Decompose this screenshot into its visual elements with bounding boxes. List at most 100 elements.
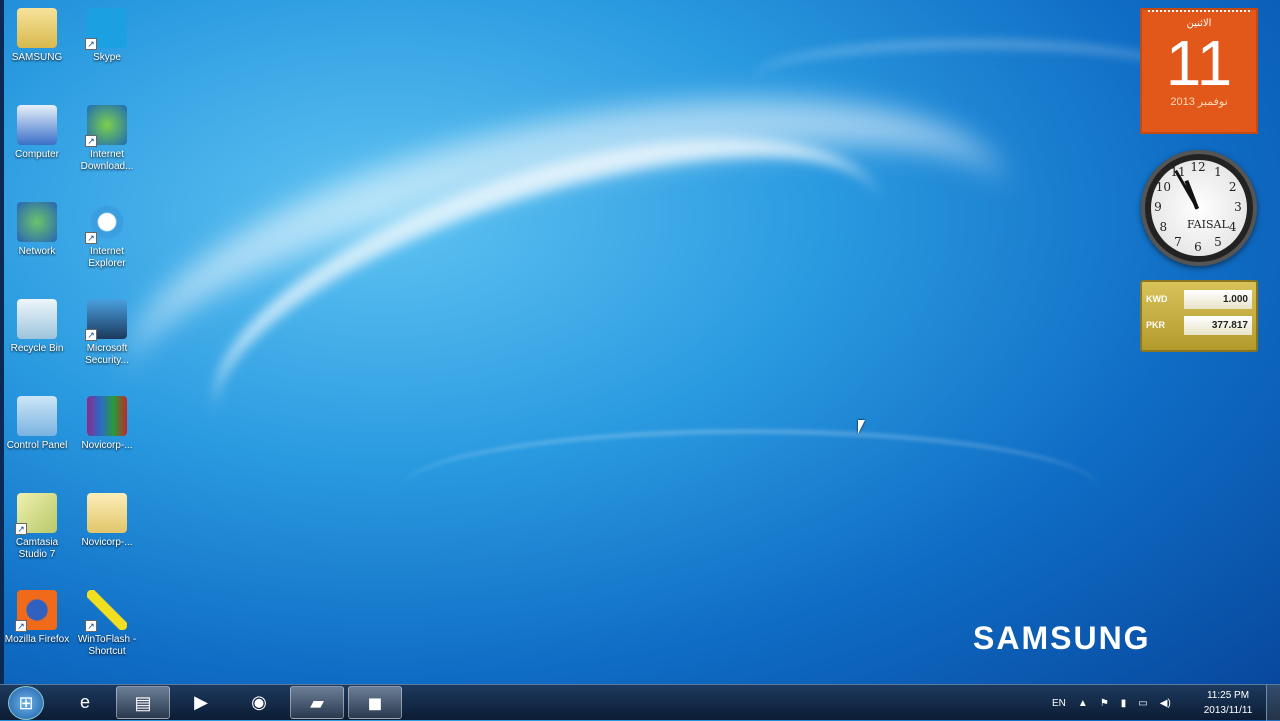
wallpaper-swoosh [173,68,927,552]
firefox-icon: ↗ [15,590,57,632]
camtasia-icon: ▰ [310,693,324,713]
control-panel-icon [17,396,57,436]
desktop-icon-label: Microsoft Security... [85,343,129,366]
desktop-icon[interactable]: ↗ Internet Explorer [72,202,142,270]
calendar-month-year: نوفمبر 2013 [1170,96,1228,108]
shortcut-arrow-icon: ↗ [85,329,97,341]
mouse-cursor [858,420,865,434]
desktop-icon[interactable]: ↗ Camtasia Studio 7 [2,493,72,561]
taskbar-windows-explorer-button[interactable]: ▤ [116,686,170,719]
desktop-icon-label: WinToFlash - Shortcut [77,634,137,657]
volume-icon[interactable]: ◀) [1160,698,1171,709]
clock-display[interactable]: 11:25 PM 2013/11/11 [1196,688,1260,718]
taskbar-internet-explorer-button[interactable]: e [58,686,112,719]
hour-hand [1184,179,1199,210]
taskbar-firefox-button[interactable]: ◉ [232,686,286,719]
desktop-icon-label: Camtasia Studio 7 [15,537,59,560]
desktop-icon[interactable]: ↗ Internet Download... [72,105,142,173]
taskbar: ⊞ e ▤ ▶ ◉ ▰ ◼ EN ▲ ⚑ ▮ ▭ ◀) 11:25 PM 2013/11/… [0,684,1280,721]
desktop-icon-label: Skype [93,52,121,63]
ie-icon: ↗ [85,202,127,244]
clock-number: 11 [1170,165,1186,180]
internet-explorer-icon: e [79,692,90,712]
shortcut-arrow-icon: ↗ [85,38,97,50]
desktop-icon-label: Novicorp-... [81,537,133,548]
desktop-icon[interactable]: ↗ Mozilla Firefox [2,590,72,646]
taskbar-camtasia-button[interactable]: ▰ [290,686,344,719]
folder-icon [87,493,127,533]
desktop-icon-label: Network [18,246,56,257]
winrar-icon [87,396,127,436]
tray-time: 11:25 PM [1206,690,1250,701]
currency-gadget[interactable]: KWD 1.000 PKR 377.817 [1140,280,1258,352]
start-button[interactable]: ⊞ [8,686,44,720]
shortcut-arrow-icon: ↗ [15,620,27,632]
show-hidden-icons[interactable]: ▲ [1078,698,1088,709]
desktop-icon[interactable]: Recycle Bin [2,299,72,355]
calendar-rings [1148,4,1250,12]
desktop-icon[interactable]: Control Panel [2,396,72,452]
desktop-icon-label: Internet Explorer [88,246,126,269]
shortcut-arrow-icon: ↗ [85,232,97,244]
action-center-flag-icon[interactable]: ⚑ [1100,698,1109,709]
windows-explorer-icon: ▤ [134,693,152,713]
desktop-icon[interactable]: SAMSUNG [2,8,72,64]
taskbar-camtasia-recorder-button[interactable]: ◼ [348,686,402,719]
desktop-icon[interactable]: Computer [2,105,72,161]
clock-number: 9 [1154,200,1162,214]
clock-number: 5 [1214,234,1222,249]
currency-value-input[interactable]: 1.000 [1184,289,1252,309]
wallpaper-swoosh [400,430,1100,550]
currency-row: KWD 1.000 [1146,288,1252,310]
wallpaper-swoosh [95,30,1045,540]
samsung-logo: SAMSUNG [973,620,1151,656]
show-desktop-button[interactable] [1266,685,1280,721]
desktop-icon-label: Control Panel [6,440,68,451]
clock-number: 3 [1234,200,1242,214]
desktop-icon-label: Novicorp-... [81,440,133,451]
clock-number: 12 [1190,160,1206,174]
clock-number: 1 [1214,165,1222,180]
desktop-icon-label: SAMSUNG [11,52,63,63]
desktop-icon[interactable]: ↗ WinToFlash - Shortcut [72,590,142,658]
network-icon [17,202,57,242]
media-player-icon: ▶ [194,692,208,712]
desktop-icon[interactable]: ↗ Skype [72,8,142,64]
clock-brand: FAISAL [1187,218,1229,231]
desktop-icon[interactable]: Novicorp-... [72,396,142,452]
power-icon[interactable]: ▮ [1121,698,1127,709]
clock-number: 4 [1228,220,1237,234]
desktop-icon-label: Recycle Bin [10,343,64,354]
calendar-day: 11 [1165,27,1233,99]
desktop-icon-label: Internet Download... [80,149,134,172]
firefox-icon: ◉ [251,692,267,712]
idm-icon: ↗ [85,105,127,147]
recycle-bin-icon [17,299,57,339]
currency-code-select[interactable]: PKR [1146,320,1184,330]
shortcut-arrow-icon: ↗ [15,523,27,535]
clock-gadget[interactable]: FAISAL 12 1 2 3 4 5 6 7 8 9 10 11 [1141,150,1257,266]
clock-number: 6 [1194,240,1202,254]
system-tray: EN ▲ ⚑ ▮ ▭ ◀) [1052,685,1171,721]
user-folder-icon [17,8,57,48]
currency-value-input[interactable]: 377.817 [1184,315,1252,335]
clock-number: 2 [1228,180,1237,194]
language-indicator[interactable]: EN [1052,698,1066,709]
desktop-icon[interactable]: Network [2,202,72,258]
currency-code-select[interactable]: KWD [1146,294,1184,304]
taskbar-media-player-button[interactable]: ▶ [174,686,228,719]
security-icon: ↗ [85,299,127,341]
desktop-icon[interactable]: ↗ Microsoft Security... [72,299,142,367]
desktop-icon-label: Computer [15,149,59,160]
shortcut-arrow-icon: ↗ [85,135,97,147]
clock-number: 7 [1174,234,1182,249]
skype-icon: ↗ [85,8,127,50]
network-icon[interactable]: ▭ [1138,698,1147,709]
camtasia-recorder-icon: ◼ [367,693,383,713]
desktop-icon[interactable]: Novicorp-... [72,493,142,549]
shortcut-arrow-icon: ↗ [85,620,97,632]
clock-number: 8 [1159,220,1168,234]
currency-row: PKR 377.817 [1146,314,1252,336]
wintoflash-icon: ↗ [85,590,127,632]
calendar-gadget[interactable]: الاثنين 11 نوفمبر 2013 [1140,8,1258,134]
